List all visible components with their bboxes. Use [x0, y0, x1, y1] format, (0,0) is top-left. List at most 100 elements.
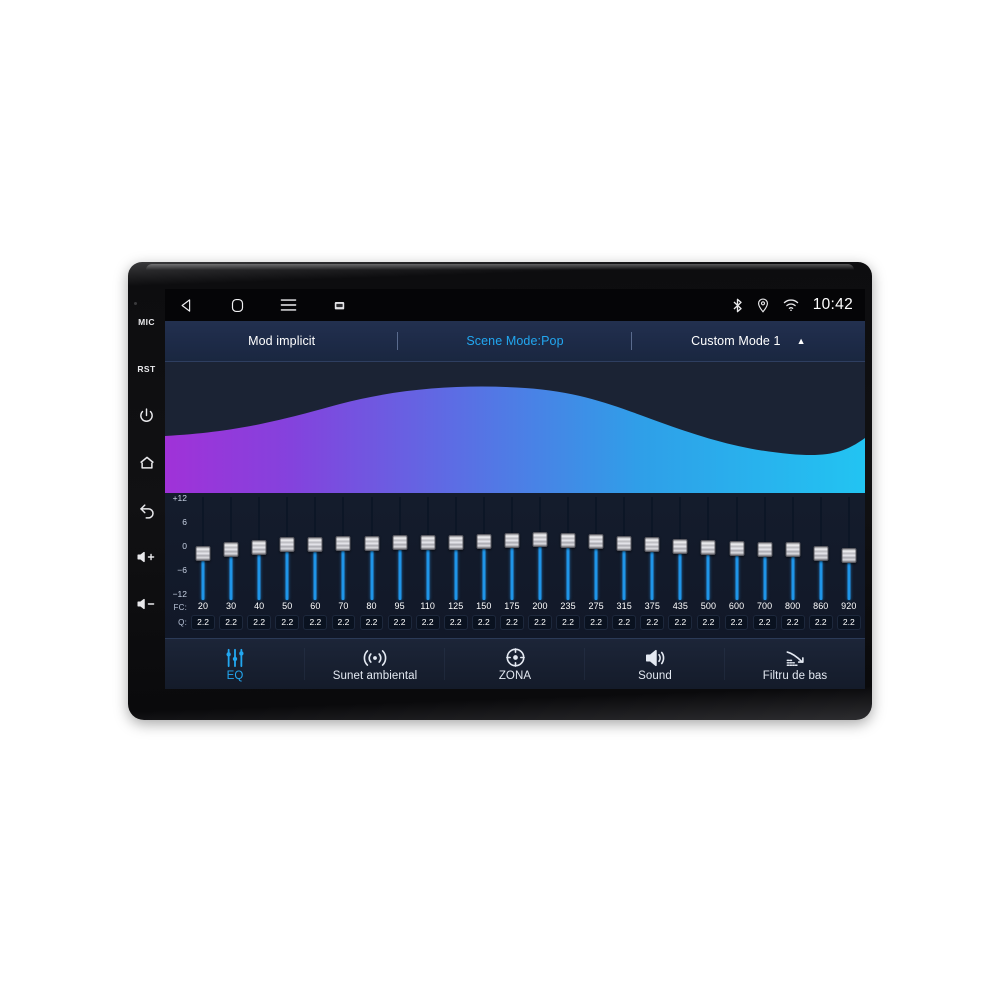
- eq-band-q-factor[interactable]: 2.2: [836, 615, 861, 630]
- eq-slider-knob[interactable]: [420, 534, 436, 550]
- eq-band-frequency[interactable]: 30: [226, 599, 236, 614]
- eq-band-frequency[interactable]: 435: [673, 599, 688, 614]
- eq-band-frequency[interactable]: 800: [785, 599, 800, 614]
- mic-key[interactable]: MIC: [130, 298, 164, 345]
- eq-slider-knob[interactable]: [476, 533, 492, 549]
- eq-band-q-factor[interactable]: 2.2: [752, 615, 777, 630]
- eq-slider-knob[interactable]: [700, 540, 716, 555]
- eq-band[interactable]: 375 2.2: [638, 493, 666, 638]
- eq-band-q-factor[interactable]: 2.2: [247, 615, 272, 630]
- eq-band[interactable]: 50 2.2: [273, 493, 301, 638]
- back-key[interactable]: [130, 486, 164, 533]
- eq-band-frequency[interactable]: 235: [560, 599, 575, 614]
- eq-slider-track[interactable]: [357, 493, 385, 600]
- tab-filtru-de-bas[interactable]: Filtru de bas: [725, 639, 865, 689]
- eq-band[interactable]: 175 2.2: [498, 493, 526, 638]
- eq-band-frequency[interactable]: 150: [476, 599, 491, 614]
- eq-band-frequency[interactable]: 500: [701, 599, 716, 614]
- eq-band[interactable]: 315 2.2: [610, 493, 638, 638]
- eq-band[interactable]: 860 2.2: [807, 493, 835, 638]
- eq-slider-knob[interactable]: [588, 533, 604, 549]
- eq-band-q-factor[interactable]: 2.2: [359, 615, 384, 630]
- mode-scene-button[interactable]: Scene Mode:Pop: [398, 321, 632, 361]
- eq-band[interactable]: 700 2.2: [751, 493, 779, 638]
- eq-band-frequency[interactable]: 375: [645, 599, 660, 614]
- eq-band-frequency[interactable]: 95: [394, 599, 404, 614]
- eq-slider-knob[interactable]: [616, 536, 632, 551]
- eq-band-q-factor[interactable]: 2.2: [696, 615, 721, 630]
- home-icon[interactable]: [226, 294, 248, 316]
- eq-slider-track[interactable]: [301, 493, 329, 600]
- eq-slider-track[interactable]: [807, 493, 835, 600]
- eq-slider-knob[interactable]: [392, 535, 408, 551]
- eq-slider-knob[interactable]: [223, 542, 239, 558]
- eq-band[interactable]: 600 2.2: [722, 493, 750, 638]
- eq-slider-track[interactable]: [217, 493, 245, 600]
- eq-band[interactable]: 80 2.2: [357, 493, 385, 638]
- eq-slider-track[interactable]: [526, 493, 554, 600]
- eq-band-frequency[interactable]: 315: [617, 599, 632, 614]
- eq-slider-track[interactable]: [442, 493, 470, 600]
- tab-sound[interactable]: Sound: [585, 639, 725, 689]
- eq-band-q-factor[interactable]: 2.2: [471, 615, 496, 630]
- eq-band-q-factor[interactable]: 2.2: [724, 615, 749, 630]
- eq-slider-track[interactable]: [751, 493, 779, 600]
- eq-band-frequency[interactable]: 60: [310, 599, 320, 614]
- eq-band-q-factor[interactable]: 2.2: [668, 615, 693, 630]
- eq-band[interactable]: 800 2.2: [779, 493, 807, 638]
- eq-band[interactable]: 235 2.2: [554, 493, 582, 638]
- eq-band-frequency[interactable]: 80: [366, 599, 376, 614]
- eq-band-frequency[interactable]: 50: [282, 599, 292, 614]
- eq-slider-knob[interactable]: [785, 542, 801, 557]
- eq-band-q-factor[interactable]: 2.2: [808, 615, 833, 630]
- eq-band-frequency[interactable]: 860: [813, 599, 828, 614]
- eq-band[interactable]: 125 2.2: [442, 493, 470, 638]
- eq-band-q-factor[interactable]: 2.2: [499, 615, 524, 630]
- reset-key[interactable]: RST: [130, 345, 164, 392]
- eq-slider-track[interactable]: [582, 493, 610, 600]
- eq-slider-track[interactable]: [386, 493, 414, 600]
- eq-slider-knob[interactable]: [672, 539, 688, 555]
- eq-band-frequency[interactable]: 275: [588, 599, 603, 614]
- eq-slider-track[interactable]: [273, 493, 301, 600]
- tab-zona[interactable]: ZONA: [445, 639, 585, 689]
- eq-slider-track[interactable]: [414, 493, 442, 600]
- eq-band[interactable]: 200 2.2: [526, 493, 554, 638]
- eq-band-q-factor[interactable]: 2.2: [191, 615, 215, 630]
- eq-slider-track[interactable]: [722, 493, 750, 600]
- eq-band-frequency[interactable]: 700: [757, 599, 772, 614]
- eq-slider-knob[interactable]: [560, 532, 576, 548]
- eq-slider-knob[interactable]: [757, 541, 773, 557]
- eq-slider-knob[interactable]: [251, 539, 267, 555]
- eq-slider-knob[interactable]: [729, 540, 745, 556]
- eq-band[interactable]: 95 2.2: [386, 493, 414, 638]
- eq-band-frequency[interactable]: 70: [338, 599, 348, 614]
- eq-band-frequency[interactable]: 110: [420, 599, 435, 614]
- eq-band[interactable]: 110 2.2: [414, 493, 442, 638]
- eq-slider-knob[interactable]: [307, 537, 323, 553]
- tab-sunet-ambiental[interactable]: Sunet ambiental: [305, 639, 445, 689]
- eq-band-q-factor[interactable]: 2.2: [415, 615, 440, 630]
- eq-slider-track[interactable]: [694, 493, 722, 600]
- mode-custom-button[interactable]: Custom Mode 1 ▲: [632, 321, 865, 361]
- eq-band-frequency[interactable]: 175: [504, 599, 519, 614]
- eq-band[interactable]: 20 2.2: [189, 493, 217, 638]
- eq-slider-track[interactable]: [666, 493, 694, 600]
- eq-band[interactable]: 40 2.2: [245, 493, 273, 638]
- eq-band[interactable]: 30 2.2: [217, 493, 245, 638]
- back-icon[interactable]: [175, 294, 197, 316]
- eq-slider-knob[interactable]: [279, 536, 295, 552]
- eq-band[interactable]: 435 2.2: [666, 493, 694, 638]
- eq-slider-knob[interactable]: [841, 548, 857, 563]
- eq-band[interactable]: 70 2.2: [329, 493, 357, 638]
- eq-band[interactable]: 275 2.2: [582, 493, 610, 638]
- eq-slider-track[interactable]: [498, 493, 526, 600]
- eq-slider-track[interactable]: [835, 493, 863, 600]
- eq-slider-track[interactable]: [329, 493, 357, 600]
- eq-band-q-factor[interactable]: 2.2: [443, 615, 468, 630]
- eq-slider-knob[interactable]: [364, 536, 379, 551]
- eq-slider-track[interactable]: [554, 493, 582, 600]
- eq-band-q-factor[interactable]: 2.2: [219, 615, 244, 630]
- eq-band-frequency[interactable]: 600: [729, 599, 744, 614]
- eq-band-q-factor[interactable]: 2.2: [275, 615, 300, 630]
